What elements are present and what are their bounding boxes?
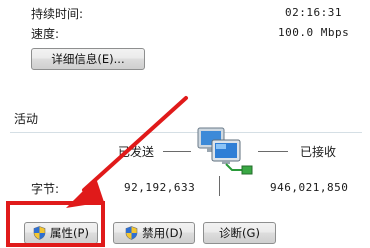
red-pointer-arrow xyxy=(6,96,188,247)
